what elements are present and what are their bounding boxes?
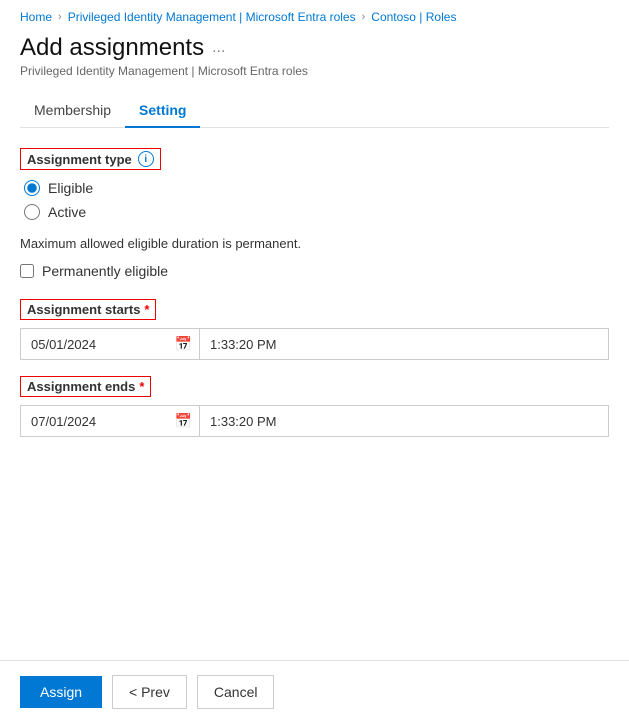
- footer: Assign < Prev Cancel: [0, 660, 629, 723]
- breadcrumb-sep-2: ›: [362, 11, 366, 23]
- ends-time-input[interactable]: [200, 405, 609, 437]
- tab-setting[interactable]: Setting: [125, 94, 200, 128]
- assign-button[interactable]: Assign: [20, 676, 102, 708]
- permanently-eligible-checkbox-label[interactable]: Permanently eligible: [20, 263, 609, 279]
- cancel-button[interactable]: Cancel: [197, 675, 275, 709]
- tab-bar: Membership Setting: [20, 94, 609, 128]
- assignment-type-label: Assignment type i: [20, 148, 161, 170]
- page-title-text: Add assignments: [20, 34, 204, 62]
- starts-date-wrap: 📅: [20, 328, 200, 360]
- radio-active-input[interactable]: [24, 204, 40, 220]
- assignment-ends-label: Assignment ends *: [20, 376, 151, 397]
- starts-required-star: *: [144, 302, 149, 317]
- radio-active[interactable]: Active: [24, 204, 609, 220]
- page-header: Add assignments ... Privileged Identity …: [0, 30, 629, 80]
- starts-time-input[interactable]: [200, 328, 609, 360]
- assignment-starts-group: Assignment starts * 📅: [20, 299, 609, 360]
- ends-date-wrap: 📅: [20, 405, 200, 437]
- assignment-ends-inputs: 📅: [20, 405, 609, 437]
- radio-eligible[interactable]: Eligible: [24, 180, 609, 196]
- radio-eligible-input[interactable]: [24, 180, 40, 196]
- assignment-type-info-icon[interactable]: i: [138, 151, 154, 167]
- breadcrumb-sep-1: ›: [58, 11, 62, 23]
- assignment-starts-inputs: 📅: [20, 328, 609, 360]
- assignment-type-radio-group: Eligible Active: [20, 180, 609, 220]
- breadcrumb-pim[interactable]: Privileged Identity Management | Microso…: [68, 10, 356, 24]
- info-text: Maximum allowed eligible duration is per…: [20, 236, 609, 251]
- tab-membership[interactable]: Membership: [20, 94, 125, 128]
- permanently-eligible-checkbox[interactable]: [20, 264, 34, 278]
- starts-date-input[interactable]: [20, 328, 200, 360]
- assignment-starts-label: Assignment starts *: [20, 299, 156, 320]
- ends-required-star: *: [139, 379, 144, 394]
- main-content: Assignment type i Eligible Active Maximu…: [0, 128, 629, 533]
- ends-date-input[interactable]: [20, 405, 200, 437]
- page-subtitle: Privileged Identity Management | Microso…: [20, 64, 609, 78]
- breadcrumb: Home › Privileged Identity Management | …: [0, 0, 629, 30]
- breadcrumb-contoso[interactable]: Contoso | Roles: [371, 10, 456, 24]
- ellipsis-menu[interactable]: ...: [212, 39, 225, 57]
- breadcrumb-home[interactable]: Home: [20, 10, 52, 24]
- page-title-row: Add assignments ...: [20, 34, 609, 62]
- assignment-ends-group: Assignment ends * 📅: [20, 376, 609, 437]
- prev-button[interactable]: < Prev: [112, 675, 187, 709]
